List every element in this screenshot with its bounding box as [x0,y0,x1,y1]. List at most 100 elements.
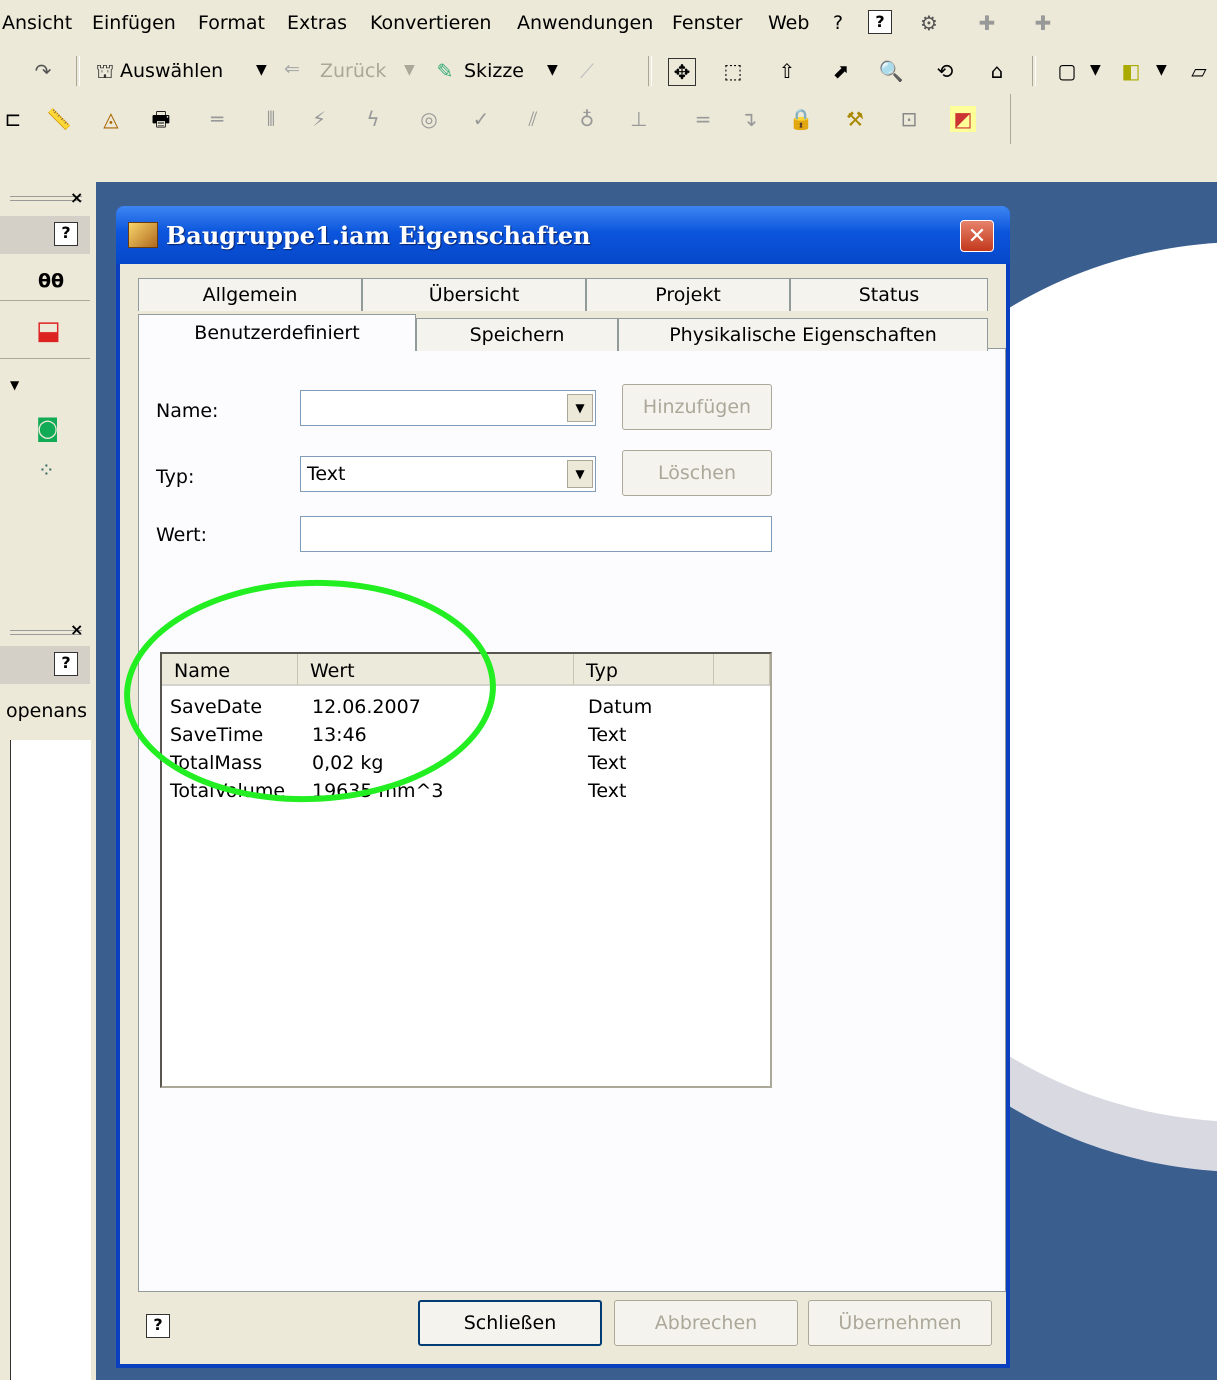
ruler-icon[interactable]: ◩ [950,106,976,132]
parallel-icon[interactable]: ⫽ [520,106,546,132]
look-at-icon[interactable]: ⌂ [984,58,1010,84]
help-icon[interactable]: ? [146,1314,170,1338]
cancel-button[interactable]: Abbrechen [614,1300,798,1346]
close-button[interactable]: ✕ [960,220,994,252]
dialog-titlebar[interactable]: Baugruppe1.iam Eigenschaften ✕ [116,206,1010,264]
back-button-label[interactable]: Zurück [320,60,386,82]
close-icon[interactable]: × [70,188,83,207]
lock-icon[interactable]: 🔒 [788,106,814,132]
display-mode-icon[interactable]: ▢ [1054,58,1080,84]
menu-help[interactable]: ? [833,12,843,34]
zoom-all-icon[interactable]: ✥ [668,58,696,86]
add-button[interactable]: Hinzufügen [622,384,772,430]
coincident-icon[interactable]: ⊥ [626,106,652,132]
menu-einfuegen[interactable]: Einfügen [92,12,176,34]
zoom-selected-icon[interactable]: 🔍 [878,58,904,84]
fix-icon[interactable]: ↴ [736,106,762,132]
tab-projekt[interactable]: Projekt [586,278,790,311]
select-button-label[interactable]: Auswählen [120,60,223,82]
perpendicular-icon[interactable]: ✓ [468,106,494,132]
sketch-dropdown-icon[interactable]: ▼ [547,62,558,78]
view-icon[interactable]: ◙ [36,414,59,442]
menu-fenster[interactable]: Fenster [672,12,742,34]
table-cell-typ[interactable]: Text [588,752,626,774]
tab-status[interactable]: Status [790,278,988,311]
left-panel: × ? θθ ⬓ ▼ ◙ ⁘ × ? openans [0,182,96,1380]
flush-icon[interactable]: ⫴ [258,106,284,132]
tab-speichern[interactable]: Speichern [416,318,618,351]
chevron-down-icon[interactable]: ▼ [10,378,19,392]
camera-dropdown-icon[interactable]: ▼ [1156,62,1167,78]
table-cell-typ[interactable]: Text [588,724,626,746]
menu-bar: Ansicht Einfügen Format Extras Konvertie… [0,0,1217,48]
pan-icon[interactable]: ⬈ [828,58,854,84]
tool-icon-1[interactable]: ⊏ [0,106,26,132]
name-combobox[interactable]: ▼ [300,390,596,426]
menu-konvertieren[interactable]: Konvertieren [370,12,491,34]
type-combobox[interactable]: Text ▼ [300,456,596,492]
name-label: Name: [156,400,219,422]
menu-extras[interactable]: Extras [287,12,347,34]
delete-button[interactable]: Löschen [622,450,772,496]
camera-icon[interactable]: ◧ [1118,58,1144,84]
browser-label[interactable]: openans [6,700,87,722]
menu-ansicht[interactable]: Ansicht [2,12,72,34]
redo-icon[interactable]: ↷ [30,58,56,84]
plus-icon-2[interactable]: ✚ [1030,10,1056,36]
select-dropdown-icon[interactable]: ▼ [256,62,267,78]
menu-format[interactable]: Format [198,12,265,34]
zoom-icon[interactable]: ⇧ [774,58,800,84]
angle-icon-2[interactable]: ϟ [360,106,386,132]
network-icon[interactable]: ⚙ [916,10,942,36]
assembly-icon [128,222,158,248]
update-icon[interactable]: ⟋ [574,58,600,84]
menu-web[interactable]: Web [768,12,809,34]
rotate-icon[interactable]: ⟲ [932,58,958,84]
place-component-icon[interactable]: ⬓ [36,316,61,346]
close-dialog-button[interactable]: Schließen [418,1300,602,1346]
pattern-icon[interactable]: ⁘ [38,458,55,482]
browser-tree[interactable] [10,740,91,1380]
close-icon[interactable]: × [70,620,83,639]
apply-button[interactable]: Übernehmen [808,1300,992,1346]
measure-icon[interactable]: 📏 [46,106,72,132]
dimension-icon[interactable]: ⚒ [842,106,868,132]
divider [0,300,90,301]
concentric-icon[interactable]: ◎ [416,106,442,132]
center-icon[interactable]: ⊡ [896,106,922,132]
sketch-icon[interactable]: ✎ [432,58,458,84]
chevron-down-icon[interactable]: ▼ [567,394,593,422]
mate-icon[interactable]: ═ [204,106,230,132]
value-label: Wert: [156,524,208,546]
print-icon[interactable]: 🖶 [148,106,174,132]
zoom-window-icon[interactable]: ⬚ [720,58,746,84]
ground-plane-icon[interactable]: ▱ [1186,58,1212,84]
plus-icon[interactable]: ✚ [974,10,1000,36]
equal-icon[interactable]: = [690,106,716,132]
chevron-down-icon[interactable]: ▼ [567,460,593,488]
sketch-button-label[interactable]: Skizze [464,60,524,82]
protractor-icon[interactable]: ◬ [98,106,124,132]
help-icon[interactable]: ? [54,222,78,246]
tab-allgemein[interactable]: Allgemein [138,278,362,311]
tab-uebersicht[interactable]: Übersicht [362,278,586,311]
help-icon[interactable]: ? [868,10,892,34]
help-icon[interactable]: ? [54,652,78,676]
standard-toolbar: ↷ ⛫ Auswählen ▼ ⇐ Zurück ▼ ✎ Skizze ▼ ⟋ … [0,50,1217,94]
value-input[interactable] [300,516,772,552]
tangent-icon[interactable]: ♁ [574,106,600,132]
tab-physikalische-eigenschaften[interactable]: Physikalische Eigenschaften [618,318,988,351]
toolbar-separator [76,56,80,86]
angle-icon[interactable]: ⚡ [306,106,332,132]
divider [0,358,90,359]
display-mode-dropdown-icon[interactable]: ▼ [1090,62,1101,78]
select-icon[interactable]: ⛫ [92,58,118,84]
column-header-typ[interactable]: Typ [574,654,714,686]
constraint-icon[interactable]: θθ [38,270,64,292]
back-dropdown-icon[interactable]: ▼ [404,62,415,78]
tools-toolbar: ⊏ 📏 ◬ 🖶 ═ ⫴ ⚡ ϟ ◎ ✓ ⫽ ♁ ⊥ = ↴ 🔒 ⚒ ⊡ ◩ [0,94,1011,144]
table-cell-typ[interactable]: Text [588,780,626,802]
tab-benutzerdefiniert[interactable]: Benutzerdefiniert [138,314,416,351]
table-cell-typ[interactable]: Datum [588,696,652,718]
menu-anwendungen[interactable]: Anwendungen [517,12,653,34]
